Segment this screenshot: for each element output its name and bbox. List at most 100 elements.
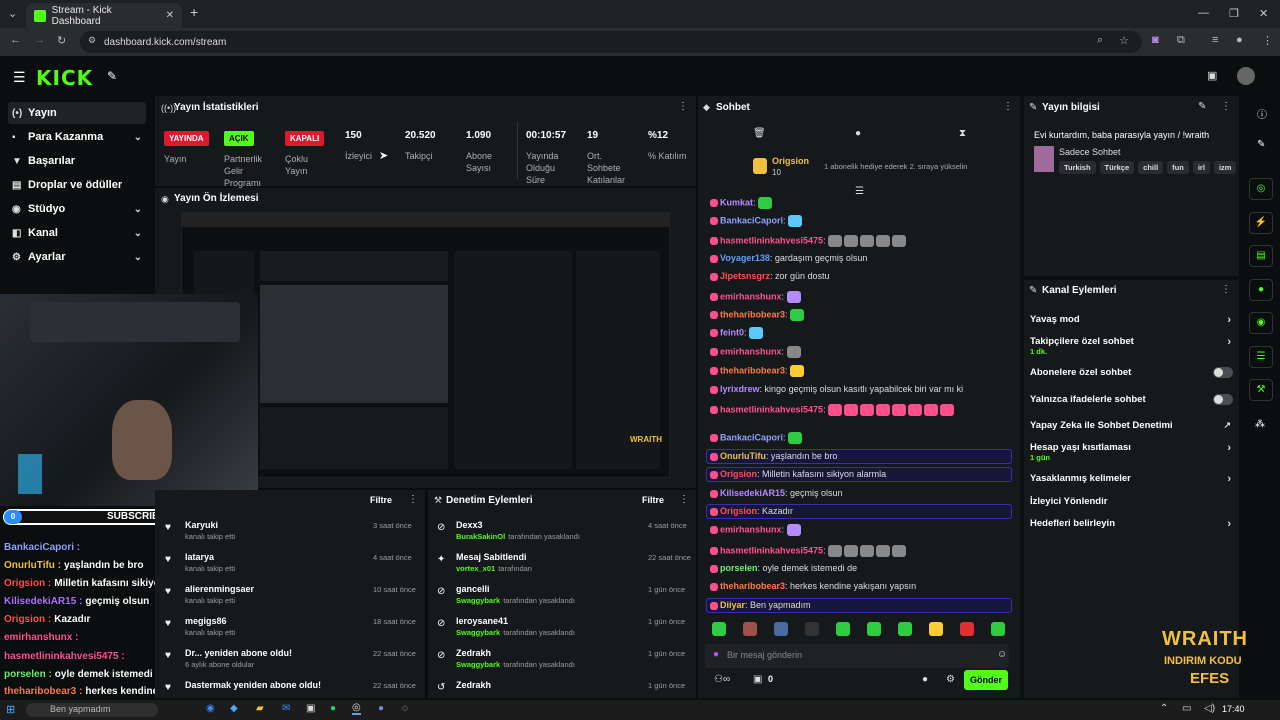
channel-actions-menu-icon[interactable]: ⋮ (1221, 284, 1231, 295)
chevron-right-icon[interactable]: › (1227, 336, 1231, 348)
chat-username[interactable]: OnurluTifu (720, 451, 766, 461)
channel-action-item[interactable]: Yapay Zeka ile Sohbet Denetimi ↗ (1030, 420, 1235, 438)
taskbar-folder-icon[interactable]: ▰ (256, 703, 264, 714)
chevron-down-icon[interactable]: ⌄ (134, 228, 142, 239)
tag-chip[interactable]: izm (1213, 161, 1237, 174)
moderator-name[interactable]: BurakSakinOl (456, 532, 505, 541)
sidebar-item-4[interactable]: ◉ Stüdyo ⌄ (8, 198, 146, 220)
rail-chat-icon[interactable]: ● (1249, 279, 1273, 301)
rail-tool-icon[interactable]: ⚒ (1249, 379, 1273, 401)
hourglass-icon[interactable]: ⧗ (959, 128, 966, 139)
moderator-name[interactable]: Swaggybark (456, 628, 500, 637)
rail-more-icon[interactable]: ⁂ (1255, 419, 1265, 430)
taskbar-spotify-icon[interactable]: ● (330, 703, 336, 714)
chevron-right-icon[interactable]: › (1227, 314, 1231, 326)
channel-action-item[interactable]: Hesap yaşı kısıtlaması 1 gün › (1030, 442, 1235, 462)
mic-icon[interactable]: ● (713, 649, 719, 660)
collapse-pinned-icon[interactable]: ☰ (855, 186, 864, 197)
chat-username[interactable]: emirhanshunx (720, 291, 782, 301)
taskbar-app-icon[interactable]: ◆ (230, 703, 238, 714)
chat-username[interactable]: BankaciCapori (720, 215, 783, 225)
url-field[interactable]: dashboard.kick.com/stream (80, 31, 1142, 53)
channel-action-item[interactable]: Yasaklanmış kelimeler › (1030, 473, 1235, 491)
emote-shortcut-icon[interactable] (867, 622, 881, 636)
channel-action-item[interactable]: Takipçilere özel sohbet 1 dk. › (1030, 336, 1235, 356)
chat-username[interactable]: Origsion (720, 506, 757, 516)
taskbar-obs-icon[interactable]: ◌ (402, 703, 408, 714)
forward-icon[interactable]: → (34, 34, 45, 46)
channel-action-item[interactable]: Yalnızca ifadelerle sohbet (1030, 394, 1235, 412)
browser-tab[interactable]: Stream - Kick Dashboard ✕ (26, 3, 182, 28)
rail-edit-icon[interactable]: ✎ (1257, 139, 1265, 150)
chat-username[interactable]: theharibobear3 (720, 309, 785, 319)
sidebar-item-1[interactable]: ▪ Para Kazanma ⌄ (8, 126, 146, 148)
chat-username[interactable]: Kumkat (720, 197, 753, 207)
chat-username[interactable]: Voyager138 (720, 253, 770, 263)
moderation-menu-icon[interactable]: ⋮ (679, 494, 689, 505)
channel-action-item[interactable]: Yavaş mod › (1030, 314, 1235, 332)
chat-username[interactable]: hasmetlininkahvesi5475 (720, 545, 823, 555)
close-window-icon[interactable]: ✕ (1259, 7, 1268, 20)
zoom-icon[interactable]: ⌕ (1097, 34, 1103, 47)
taskbar-edge-icon[interactable]: ◉ (206, 703, 215, 714)
chevron-down-icon[interactable]: ⌄ (134, 204, 142, 215)
tray-arrow-icon[interactable]: ⌃ (1160, 703, 1168, 714)
toggle-switch[interactable] (1213, 367, 1233, 378)
emote-shortcut-icon[interactable] (712, 622, 726, 636)
chat-username[interactable]: Diiyar (720, 600, 745, 610)
emote-shortcut-icon[interactable] (929, 622, 943, 636)
rail-list-icon[interactable]: ☰ (1249, 346, 1273, 368)
extension-icon[interactable]: ◙ (1152, 34, 1159, 46)
sidebar-item-6[interactable]: ⚙ Ayarlar ⌄ (8, 246, 146, 268)
chat-comment-icon[interactable]: ● (922, 674, 928, 685)
rail-doc-icon[interactable]: ▤ (1249, 245, 1273, 267)
chat-users-icon[interactable]: ⚇∞ (714, 674, 730, 685)
tag-chip[interactable]: fun (1167, 161, 1189, 174)
media-icon[interactable]: ≡ (1212, 34, 1218, 46)
emoji-icon[interactable]: ☺ (997, 649, 1007, 660)
channel-action-item[interactable]: Abonelere özel sohbet (1030, 367, 1235, 385)
stream-key-icon[interactable]: ▣ (1207, 69, 1217, 82)
moderator-name[interactable]: Swaggybark (456, 660, 500, 669)
chat-username[interactable]: BankaciCapori (720, 432, 783, 442)
tab-search-icon[interactable]: ⌄ (8, 7, 17, 20)
bookmark-star-icon[interactable]: ☆ (1119, 34, 1129, 47)
sidebar-item-0[interactable]: (•) Yayın (8, 102, 146, 124)
chevron-right-icon[interactable]: › (1227, 473, 1231, 485)
profile-icon[interactable]: ● (1236, 34, 1243, 46)
pinned-user[interactable]: Origsion (772, 156, 809, 166)
toggle-switch[interactable] (1213, 394, 1233, 405)
chat-username[interactable]: lyrixdrew (720, 384, 760, 394)
chat-username[interactable]: hasmetlininkahvesi5475 (720, 235, 823, 245)
tag-chip[interactable]: Türkçe (1099, 161, 1135, 174)
taskbar-mail-icon[interactable]: ✉ (282, 703, 290, 714)
clear-chat-icon[interactable]: 🗑 (753, 128, 766, 139)
activity-menu-icon[interactable]: ⋮ (408, 494, 418, 505)
chevron-right-icon[interactable]: › (1227, 518, 1231, 530)
emote-shortcut-icon[interactable] (960, 622, 974, 636)
chat-input[interactable]: Bir mesaj gönderin ● ☺ (705, 644, 1009, 668)
emote-shortcut-icon[interactable] (836, 622, 850, 636)
activity-filter[interactable]: Filtre (370, 495, 392, 505)
taskbar-search[interactable]: Ben yapmadım (26, 703, 158, 717)
maximize-icon[interactable]: ❐ (1229, 7, 1239, 20)
sidebar-item-2[interactable]: ▼ Başarılar (8, 150, 146, 172)
stream-info-menu-icon[interactable]: ⋮ (1221, 101, 1231, 112)
chat-username[interactable]: emirhanshunx (720, 346, 782, 356)
tag-chip[interactable]: Turkish (1059, 161, 1096, 174)
tray-volume-icon[interactable]: ◁) (1204, 703, 1215, 714)
new-tab-icon[interactable]: + (190, 4, 198, 20)
back-icon[interactable]: ← (10, 34, 21, 46)
tag-chip[interactable]: chill (1138, 161, 1164, 174)
extensions-puzzle-icon[interactable]: ⧉ (1177, 34, 1185, 47)
chat-settings-icon[interactable]: ⚙ (946, 674, 955, 685)
chat-username[interactable]: hasmetlininkahvesi5475 (720, 404, 823, 414)
chevron-down-icon[interactable]: ⌄ (134, 252, 142, 263)
external-link-icon[interactable]: ↗ (1223, 420, 1231, 431)
minimize-icon[interactable]: — (1198, 7, 1209, 19)
pin-tool-icon[interactable]: ✎ (107, 69, 117, 83)
chat-username[interactable]: Origsion (720, 469, 757, 479)
emote-shortcut-icon[interactable] (805, 622, 819, 636)
chat-username[interactable]: Jipetsnsgrz (720, 271, 770, 281)
chevron-right-icon[interactable]: › (1227, 442, 1231, 454)
